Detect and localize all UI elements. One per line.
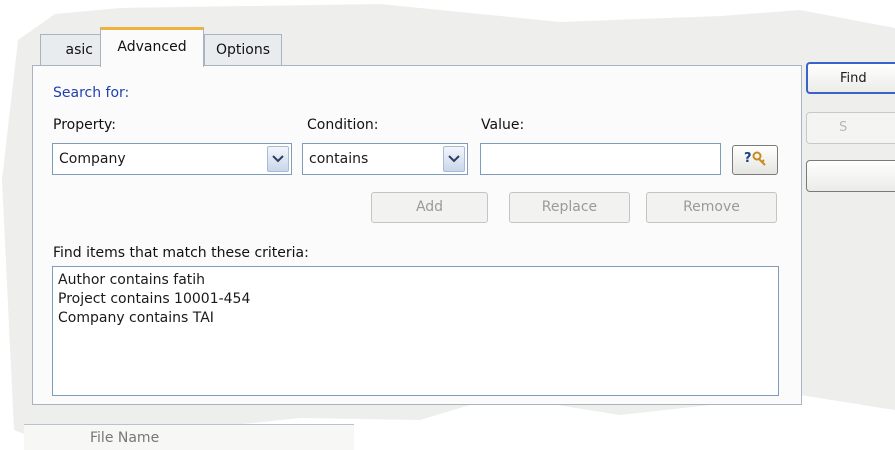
add-button[interactable]: Add bbox=[371, 192, 488, 223]
condition-select[interactable]: contains bbox=[302, 143, 468, 175]
list-item[interactable]: Author contains fatih bbox=[58, 271, 778, 290]
results-header[interactable]: File Name bbox=[24, 424, 354, 450]
third-button[interactable] bbox=[806, 160, 895, 192]
list-item[interactable]: Project contains 10001-454 bbox=[58, 290, 778, 309]
search-for-label: Search for: bbox=[53, 85, 130, 101]
value-input[interactable] bbox=[480, 143, 721, 175]
chevron-down-icon[interactable] bbox=[443, 146, 465, 172]
condition-label: Condition: bbox=[307, 117, 379, 133]
stop-button[interactable]: S bbox=[806, 112, 895, 144]
browse-values-button[interactable]: ? bbox=[732, 145, 778, 175]
file-name-column-header[interactable]: File Name bbox=[90, 430, 159, 446]
criteria-label: Find items that match these criteria: bbox=[53, 245, 309, 261]
remove-button[interactable]: Remove bbox=[646, 192, 777, 223]
question-key-icon: ? bbox=[742, 149, 768, 171]
tab-advanced[interactable]: Advanced bbox=[100, 27, 204, 67]
condition-select-value: contains bbox=[309, 151, 369, 167]
tab-basic[interactable]: asic bbox=[40, 34, 102, 66]
tab-options[interactable]: Options bbox=[204, 34, 282, 66]
property-select-value: Company bbox=[59, 151, 126, 167]
chevron-down-icon[interactable] bbox=[267, 146, 289, 172]
replace-button[interactable]: Replace bbox=[509, 192, 630, 223]
list-item[interactable]: Company contains TAI bbox=[58, 309, 778, 328]
value-label: Value: bbox=[481, 117, 525, 133]
property-select[interactable]: Company bbox=[52, 143, 292, 175]
property-label: Property: bbox=[53, 117, 116, 133]
criteria-list[interactable]: Author contains fatih Project contains 1… bbox=[52, 266, 779, 396]
svg-text:?: ? bbox=[744, 151, 752, 166]
find-button[interactable]: Find bbox=[806, 62, 895, 94]
